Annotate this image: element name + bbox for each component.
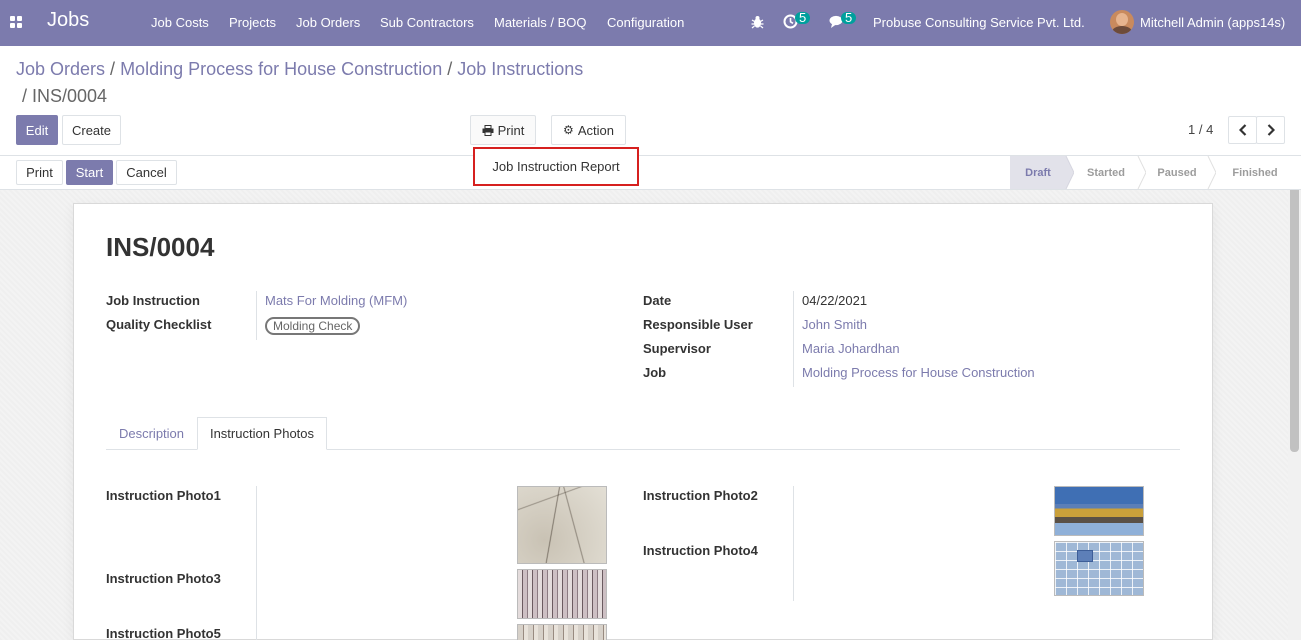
status-step-paused-label: Paused: [1157, 166, 1197, 179]
instruction-photo3-label: Instruction Photo3: [106, 571, 221, 586]
menu-item-job-orders[interactable]: Job Orders: [296, 15, 360, 30]
tab-description[interactable]: Description: [106, 417, 197, 450]
instruction-photo3-image[interactable]: [517, 569, 607, 619]
breadcrumb-job-orders[interactable]: Job Orders: [16, 59, 105, 79]
print-header-button[interactable]: Print: [16, 160, 63, 185]
instruction-photo4-label: Instruction Photo4: [643, 543, 758, 558]
vertical-scrollbar[interactable]: [1288, 156, 1301, 640]
instruction-photo5-label: Instruction Photo5: [106, 626, 221, 640]
job-instruction-label: Job Instruction: [106, 293, 200, 308]
status-step-draft-label: Draft: [1025, 166, 1051, 179]
date-value: 04/22/2021: [802, 293, 868, 308]
print-dropdown-button[interactable]: Print: [470, 115, 536, 145]
start-button[interactable]: Start: [66, 160, 113, 185]
status-step-finished-label: Finished: [1232, 166, 1278, 179]
create-button[interactable]: Create: [62, 115, 121, 145]
action-button-label: Action: [577, 122, 614, 138]
status-step-paused: Paused: [1138, 156, 1216, 189]
company-switcher[interactable]: Probuse Consulting Service Pvt. Ltd.: [873, 15, 1085, 30]
bug-icon[interactable]: [751, 15, 764, 29]
breadcrumb-molding-process[interactable]: Molding Process for House Construction: [120, 59, 442, 79]
print-button-label: Print: [497, 122, 525, 138]
menu-item-materials-boq[interactable]: Materials / BOQ: [494, 15, 586, 30]
cancel-button[interactable]: Cancel: [116, 160, 177, 185]
field-separator: [256, 486, 257, 640]
supervisor-link[interactable]: Maria Johardhan: [802, 341, 900, 356]
responsible-user-link[interactable]: John Smith: [802, 317, 867, 332]
apps-menu-icon[interactable]: [10, 16, 22, 28]
menu-item-sub-contractors[interactable]: Sub Contractors: [380, 15, 474, 30]
instruction-photo4-image[interactable]: [1054, 541, 1144, 596]
breadcrumb: Job Orders / Molding Process for House Con…: [16, 59, 584, 79]
menu-item-job-costs[interactable]: Job Costs: [151, 15, 209, 30]
field-separator: [793, 486, 794, 601]
app-name[interactable]: Jobs: [47, 9, 89, 32]
printer-icon: [482, 124, 494, 136]
instruction-photo1-image[interactable]: [517, 486, 607, 564]
breadcrumb-job-instructions[interactable]: Job Instructions: [457, 59, 583, 79]
record-title: INS/0004: [106, 232, 215, 262]
status-step-started-label: Started: [1087, 166, 1125, 179]
field-separator: [256, 291, 257, 340]
print-dropdown-menu: Job Instruction Report: [473, 147, 639, 186]
instruction-photo5-image[interactable]: [517, 624, 607, 640]
instruction-photo2-label: Instruction Photo2: [643, 488, 758, 503]
date-label: Date: [643, 293, 672, 308]
instruction-photo2-image[interactable]: [1054, 486, 1144, 536]
job-instruction-report-item[interactable]: Job Instruction Report: [492, 159, 619, 174]
job-label: Job: [643, 365, 667, 380]
pager-value[interactable]: 1 / 4: [1188, 122, 1213, 137]
menu-item-configuration[interactable]: Configuration: [607, 15, 684, 30]
field-separator: [793, 291, 794, 387]
action-dropdown-button[interactable]: ⚙ Action: [551, 115, 626, 145]
form-statusbar: Print Start Cancel Draft Started Paused …: [0, 155, 1301, 190]
messages-count-badge: 5: [841, 11, 857, 24]
breadcrumb-current-label: INS/0004: [32, 86, 108, 106]
supervisor-label: Supervisor: [643, 341, 711, 356]
breadcrumb-current: / INS/0004: [22, 86, 108, 106]
activity-count-badge: 5: [795, 11, 811, 24]
status-steps: Draft Started Paused Finished: [1010, 156, 1288, 189]
status-step-started: Started: [1066, 156, 1146, 189]
gear-icon: ⚙: [563, 123, 574, 137]
job-instruction-link[interactable]: Mats For Molding (MFM): [265, 293, 407, 308]
edit-button[interactable]: Edit: [16, 115, 58, 145]
chevron-left-icon: [1238, 124, 1246, 136]
chevron-right-icon: [1267, 124, 1275, 136]
responsible-user-label: Responsible User: [643, 317, 753, 332]
user-menu[interactable]: Mitchell Admin (apps14s): [1140, 15, 1285, 30]
top-navbar: Jobs Job Costs Projects Job Orders Sub C…: [0, 0, 1301, 46]
pager-next-button[interactable]: [1256, 116, 1285, 144]
job-link[interactable]: Molding Process for House Construction: [802, 365, 1035, 380]
user-avatar[interactable]: [1110, 10, 1134, 34]
instruction-photo1-label: Instruction Photo1: [106, 488, 221, 503]
quality-checklist-tag[interactable]: Molding Check: [265, 317, 361, 335]
quality-checklist-label: Quality Checklist: [106, 317, 212, 332]
status-step-finished: Finished: [1208, 156, 1288, 189]
menu-item-projects[interactable]: Projects: [229, 15, 276, 30]
tab-instruction-photos[interactable]: Instruction Photos: [197, 417, 327, 450]
scrollbar-thumb[interactable]: [1290, 162, 1299, 452]
status-step-draft: Draft: [1010, 156, 1074, 189]
pager-previous-button[interactable]: [1228, 116, 1257, 144]
